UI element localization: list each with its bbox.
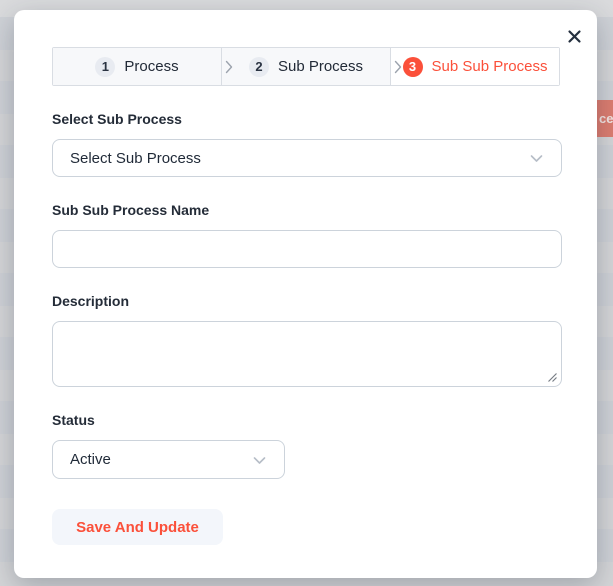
- step-number-badge: 3: [402, 56, 423, 77]
- close-icon: [567, 29, 582, 44]
- step-label: Sub Process: [277, 58, 364, 75]
- step-number-badge: 2: [248, 56, 269, 77]
- step-label: Sub Sub Process: [431, 58, 548, 75]
- step-label: Process: [124, 58, 179, 75]
- step-sub-sub-process[interactable]: 3 Sub Sub Process: [390, 48, 559, 85]
- step-process[interactable]: 1 Process: [53, 48, 221, 85]
- description-field: Description: [52, 293, 562, 387]
- description-textarea[interactable]: [52, 321, 562, 387]
- sub-sub-process-modal: 1 Process 2 Sub Process 3 Sub Sub Proces…: [14, 10, 597, 578]
- chevron-right-icon: [394, 60, 402, 74]
- background-partial-button: ce: [597, 100, 613, 137]
- chevron-down-icon: [251, 451, 268, 468]
- name-field: Sub Sub Process Name: [52, 202, 562, 268]
- step-sub-process[interactable]: 2 Sub Process: [221, 48, 390, 85]
- name-label: Sub Sub Process Name: [52, 202, 210, 218]
- sub-process-field: Select Sub Process Select Sub Process: [52, 111, 562, 177]
- sub-process-select[interactable]: Select Sub Process: [52, 139, 562, 177]
- sub-process-select-value: Select Sub Process: [70, 149, 201, 167]
- wizard-stepper: 1 Process 2 Sub Process 3 Sub Sub Proces…: [52, 47, 560, 86]
- close-button[interactable]: [563, 25, 585, 47]
- save-and-update-button[interactable]: Save And Update: [52, 509, 223, 545]
- status-field: Status Active: [52, 412, 562, 479]
- chevron-right-icon: [225, 60, 233, 74]
- description-label: Description: [52, 293, 130, 309]
- status-label: Status: [52, 412, 95, 428]
- chevron-down-icon: [528, 150, 545, 167]
- status-select-value: Active: [70, 451, 111, 468]
- name-input[interactable]: [52, 230, 562, 268]
- sub-process-label: Select Sub Process: [52, 111, 182, 127]
- step-number-badge: 1: [95, 56, 116, 77]
- resize-handle-icon[interactable]: [546, 371, 557, 382]
- status-select[interactable]: Active: [52, 440, 285, 479]
